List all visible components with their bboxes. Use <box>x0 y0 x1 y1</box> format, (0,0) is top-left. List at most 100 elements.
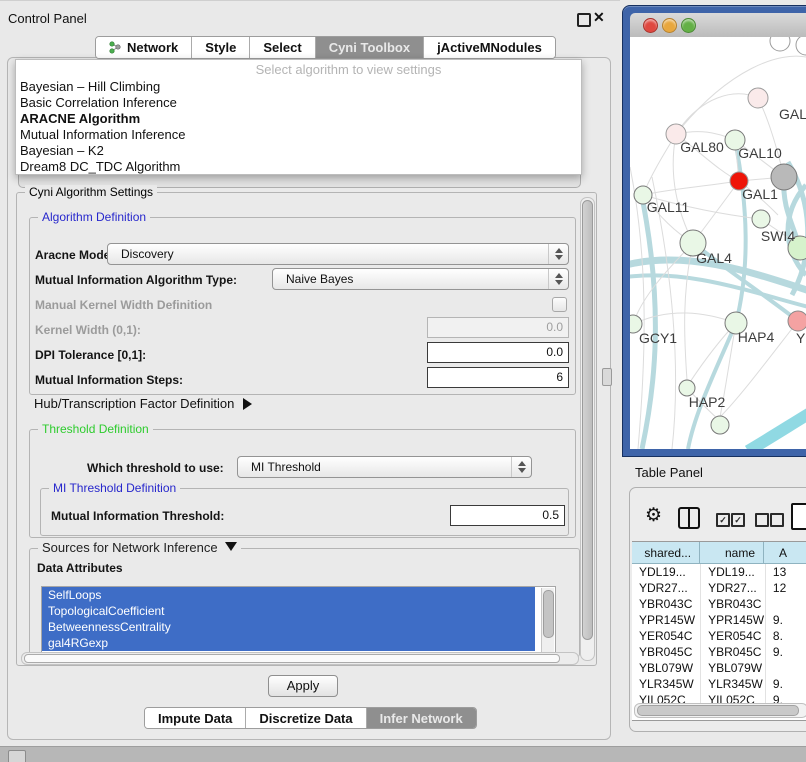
network-node-node-top-right-2[interactable] <box>796 37 806 55</box>
manual-kernel-checkbox[interactable] <box>552 297 567 312</box>
sources-group-title[interactable]: Sources for Network Inference <box>38 540 241 555</box>
table-horizontal-scrollbar[interactable] <box>634 703 806 718</box>
table-row[interactable]: YER054CYER054C8. <box>632 628 806 644</box>
table-row[interactable]: YDL19...YDL19...13 <box>632 564 806 580</box>
corner-widget-icon[interactable] <box>8 750 26 762</box>
sources-title-text: Sources for Network Inference <box>42 540 218 555</box>
which-threshold-select[interactable]: MI Threshold <box>237 456 532 478</box>
dropdown-placeholder: Select algorithm to view settings <box>16 60 581 79</box>
network-node-gal-cut[interactable] <box>748 88 768 108</box>
list-item[interactable]: gal4RGexp <box>42 635 535 651</box>
select-all-checkbox-icon[interactable]: ✓ <box>716 513 730 527</box>
network-node-swi4[interactable] <box>752 210 770 228</box>
control-panel-title: Control Panel <box>8 11 87 26</box>
select-all-checkbox-icon-2[interactable]: ✓ <box>731 513 745 527</box>
tab-impute-data[interactable]: Impute Data <box>145 708 246 728</box>
tab-infer-network[interactable]: Infer Network <box>367 708 476 728</box>
tab-discretize-data[interactable]: Discretize Data <box>246 708 366 728</box>
network-node-pink-y[interactable] <box>788 311 806 331</box>
gear-icon[interactable]: ⚙ <box>645 505 662 527</box>
dropdown-item-selected[interactable]: ARACNE Algorithm <box>16 111 581 127</box>
table-row[interactable]: YLR345WYLR345W9. <box>632 676 806 692</box>
scrollbar-thumb[interactable] <box>24 654 560 663</box>
scrollbar-thumb[interactable] <box>543 590 554 638</box>
table-row[interactable]: YDR27...YDR27...12 <box>632 580 806 596</box>
list-item[interactable]: TopologicalCoefficient <box>42 603 535 619</box>
table-cell: YBL079W <box>632 660 701 676</box>
node-label-gal11: GAL11 <box>647 199 690 215</box>
tab-label: Select <box>263 39 301 56</box>
network-node-node-top-right-1[interactable] <box>770 37 790 51</box>
group-title: Algorithm Definition <box>38 210 150 224</box>
settings-horizontal-scrollbar[interactable] <box>21 652 579 665</box>
tab-jactivemnodules[interactable]: jActiveMNodules <box>424 37 555 58</box>
split-pane-handle[interactable] <box>602 368 612 386</box>
collapse-down-icon[interactable] <box>225 542 237 551</box>
columns-icon[interactable] <box>678 507 700 529</box>
stepper-icon <box>548 244 568 264</box>
window-close-button[interactable] <box>643 18 658 33</box>
node-label-gal4: GAL4 <box>696 250 732 266</box>
table-panel-title: Table Panel <box>635 465 703 480</box>
tab-select[interactable]: Select <box>250 37 315 58</box>
table-row[interactable]: YBR045CYBR045C9. <box>632 644 806 660</box>
mi-algorithm-type-select[interactable]: Naive Bayes <box>272 268 569 290</box>
table-row[interactable]: YBL079WYBL079W <box>632 660 806 676</box>
dpi-tolerance-field[interactable]: 0.0 <box>427 342 569 363</box>
mi-algorithm-type-label: Mutual Information Algorithm Type: <box>35 273 237 287</box>
scrollbar-thumb[interactable] <box>582 200 593 640</box>
mi-steps-label: Mutual Information Steps: <box>35 373 183 387</box>
hub-transcription-factor-section[interactable]: Hub/Transcription Factor Definition <box>34 396 252 411</box>
column-header-name[interactable]: name <box>700 542 764 564</box>
dpi-tolerance-label: DPI Tolerance [0,1]: <box>35 348 146 362</box>
data-attributes-label: Data Attributes <box>37 561 123 575</box>
group-title: Threshold Definition <box>38 422 153 436</box>
list-scrollbar[interactable] <box>541 588 554 653</box>
deselect-all-checkbox-icon-2[interactable] <box>770 513 784 527</box>
expand-right-icon[interactable] <box>243 398 252 410</box>
close-panel-icon[interactable]: ✕ <box>593 9 605 26</box>
window-zoom-button[interactable] <box>681 18 696 33</box>
control-panel-tabbar: Network Style Select Cyni Toolbox jActiv… <box>95 36 556 59</box>
dropdown-item[interactable]: Dream8 DC_TDC Algorithm <box>16 159 581 175</box>
window-minimize-button[interactable] <box>662 18 677 33</box>
desktop: Control Panel ✕ Network Style Select Cyn… <box>0 0 806 762</box>
aracne-mode-select[interactable]: Discovery <box>107 243 569 265</box>
table-row[interactable]: YBR043CYBR043C <box>632 596 806 612</box>
selected-value: Naive Bayes <box>286 272 353 286</box>
column-header-cut[interactable]: A <box>764 542 806 564</box>
tab-label: Network <box>127 39 178 56</box>
deselect-all-checkbox-icon[interactable] <box>755 513 769 527</box>
network-window-titlebar[interactable] <box>630 13 806 38</box>
network-node-bottom-green[interactable] <box>711 416 729 434</box>
mi-steps-field[interactable]: 6 <box>427 367 569 388</box>
table-row[interactable]: YPR145WYPR145W9. <box>632 612 806 628</box>
dropdown-item[interactable]: Bayesian – K2 <box>16 143 581 159</box>
aracne-mode-label: Aracne Mode: <box>35 248 114 262</box>
column-header-shared[interactable]: shared... <box>632 542 700 564</box>
scrollbar-thumb[interactable] <box>637 705 799 716</box>
table-cell: YPR145W <box>632 612 701 628</box>
dropdown-item[interactable]: Mutual Information Inference <box>16 127 581 143</box>
dropdown-item[interactable]: Basic Correlation Inference <box>16 95 581 111</box>
tab-cyni-toolbox[interactable]: Cyni Toolbox <box>316 37 424 58</box>
tab-style[interactable]: Style <box>192 37 250 58</box>
node-label-gal-cut: GAL <box>779 106 806 122</box>
list-item[interactable]: BetweennessCentrality <box>42 619 535 635</box>
mi-threshold-field[interactable]: 0.5 <box>450 505 565 526</box>
tab-network[interactable]: Network <box>96 37 192 58</box>
apply-button[interactable]: Apply <box>268 675 338 697</box>
settings-vertical-scrollbar[interactable] <box>580 197 595 661</box>
document-icon[interactable] <box>791 503 806 530</box>
data-attributes-list[interactable]: SelfLoops TopologicalCoefficient Between… <box>41 586 556 655</box>
float-panel-icon[interactable] <box>577 13 591 27</box>
network-canvas[interactable]: GALGAL80GAL10GAL1GAL11SWI4GAL4GCY1HAP4YH… <box>630 37 806 449</box>
node-label-hap2: HAP2 <box>689 394 726 410</box>
dropdown-item[interactable]: Bayesian – Hill Climbing <box>16 79 581 95</box>
kernel-width-field[interactable]: 0.0 <box>427 317 569 338</box>
table-cell: 9. <box>766 644 806 660</box>
list-item[interactable]: SelfLoops <box>42 587 535 603</box>
manual-kernel-label: Manual Kernel Width Definition <box>35 298 212 312</box>
algorithm-dropdown-popup: Select algorithm to view settings Bayesi… <box>15 59 582 175</box>
network-view-window[interactable]: GALGAL80GAL10GAL1GAL11SWI4GAL4GCY1HAP4YH… <box>622 5 806 457</box>
